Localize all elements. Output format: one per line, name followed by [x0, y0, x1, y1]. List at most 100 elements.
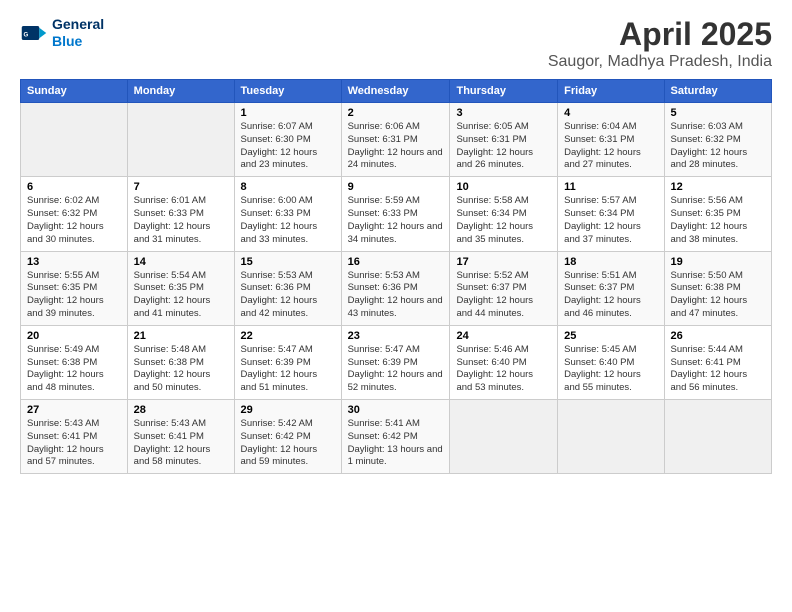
- day-number: 3: [456, 107, 551, 119]
- day-number: 10: [456, 181, 551, 193]
- calendar-cell: 10 Sunrise: 5:58 AM Sunset: 6:34 PM Dayli…: [450, 177, 558, 251]
- day-number: 26: [671, 330, 765, 342]
- calendar-cell: 27 Sunrise: 5:43 AM Sunset: 6:41 PM Dayli…: [21, 400, 128, 474]
- day-number: 29: [241, 404, 335, 416]
- calendar-cell: 13 Sunrise: 5:55 AM Sunset: 6:35 PM Dayli…: [21, 251, 128, 325]
- day-number: 30: [348, 404, 444, 416]
- calendar-cell: 7Sunrise: 6:01 AM Sunset: 6:33 PM Daylig…: [127, 177, 234, 251]
- day-number: 21: [134, 330, 228, 342]
- calendar-week-0: 1 Sunrise: 6:07 AM Sunset: 6:30 PM Daylig…: [21, 103, 772, 177]
- logo-icon: G: [20, 19, 48, 47]
- calendar-cell: [127, 103, 234, 177]
- calendar-cell: 24 Sunrise: 5:46 AM Sunset: 6:40 PM Dayli…: [450, 325, 558, 399]
- calendar-table: SundayMondayTuesdayWednesdayThursdayFrid…: [20, 79, 772, 474]
- day-info: Sunrise: 6:01 AM Sunset: 6:33 PM Dayligh…: [134, 195, 228, 246]
- day-info: Sunrise: 5:44 AM Sunset: 6:41 PM Dayligh…: [671, 344, 765, 395]
- logo-line1: General: [52, 16, 104, 33]
- day-info: Sunrise: 5:46 AM Sunset: 6:40 PM Dayligh…: [456, 344, 551, 395]
- calendar-page: G General Blue April 2025 Saugor, Madhya…: [0, 0, 792, 612]
- day-number: 5: [671, 107, 765, 119]
- day-info: Sunrise: 5:59 AM Sunset: 6:33 PM Dayligh…: [348, 195, 444, 246]
- day-number: 4: [564, 107, 657, 119]
- day-info: Sunrise: 5:41 AM Sunset: 6:42 PM Dayligh…: [348, 418, 444, 469]
- calendar-cell: 12Sunrise: 5:56 AM Sunset: 6:35 PM Dayli…: [664, 177, 771, 251]
- calendar-cell: 9 Sunrise: 5:59 AM Sunset: 6:33 PM Daylig…: [341, 177, 450, 251]
- calendar-cell: 5 Sunrise: 6:03 AM Sunset: 6:32 PM Daylig…: [664, 103, 771, 177]
- calendar-cell: 23Sunrise: 5:47 AM Sunset: 6:39 PM Dayli…: [341, 325, 450, 399]
- day-info: Sunrise: 5:58 AM Sunset: 6:34 PM Dayligh…: [456, 195, 551, 246]
- day-number: 1: [241, 107, 335, 119]
- day-number: 19: [671, 256, 765, 268]
- day-number: 2: [348, 107, 444, 119]
- day-number: 11: [564, 181, 657, 193]
- day-number: 25: [564, 330, 657, 342]
- day-number: 28: [134, 404, 228, 416]
- subtitle: Saugor, Madhya Pradesh, India: [548, 53, 772, 71]
- header: G General Blue April 2025 Saugor, Madhya…: [20, 16, 772, 71]
- calendar-cell: 1 Sunrise: 6:07 AM Sunset: 6:30 PM Daylig…: [234, 103, 341, 177]
- calendar-week-1: 6 Sunrise: 6:02 AM Sunset: 6:32 PM Daylig…: [21, 177, 772, 251]
- weekday-header-sunday: Sunday: [21, 80, 128, 103]
- day-info: Sunrise: 5:43 AM Sunset: 6:41 PM Dayligh…: [134, 418, 228, 469]
- day-info: Sunrise: 5:54 AM Sunset: 6:35 PM Dayligh…: [134, 270, 228, 321]
- day-info: Sunrise: 6:06 AM Sunset: 6:31 PM Dayligh…: [348, 121, 444, 172]
- calendar-cell: 3Sunrise: 6:05 AM Sunset: 6:31 PM Daylig…: [450, 103, 558, 177]
- day-info: Sunrise: 6:03 AM Sunset: 6:32 PM Dayligh…: [671, 121, 765, 172]
- title-block: April 2025 Saugor, Madhya Pradesh, India: [548, 16, 772, 71]
- calendar-cell: 21 Sunrise: 5:48 AM Sunset: 6:38 PM Dayli…: [127, 325, 234, 399]
- weekday-header-wednesday: Wednesday: [341, 80, 450, 103]
- day-info: Sunrise: 5:42 AM Sunset: 6:42 PM Dayligh…: [241, 418, 335, 469]
- calendar-cell: 28 Sunrise: 5:43 AM Sunset: 6:41 PM Dayli…: [127, 400, 234, 474]
- calendar-cell: 18 Sunrise: 5:51 AM Sunset: 6:37 PM Dayli…: [558, 251, 664, 325]
- calendar-week-3: 20 Sunrise: 5:49 AM Sunset: 6:38 PM Dayli…: [21, 325, 772, 399]
- weekday-header-thursday: Thursday: [450, 80, 558, 103]
- day-number: 13: [27, 256, 121, 268]
- calendar-cell: 29 Sunrise: 5:42 AM Sunset: 6:42 PM Dayli…: [234, 400, 341, 474]
- day-number: 20: [27, 330, 121, 342]
- day-number: 6: [27, 181, 121, 193]
- calendar-cell: 11 Sunrise: 5:57 AM Sunset: 6:34 PM Dayli…: [558, 177, 664, 251]
- day-number: 9: [348, 181, 444, 193]
- calendar-cell: 19Sunrise: 5:50 AM Sunset: 6:38 PM Dayli…: [664, 251, 771, 325]
- day-info: Sunrise: 6:00 AM Sunset: 6:33 PM Dayligh…: [241, 195, 335, 246]
- day-info: Sunrise: 5:57 AM Sunset: 6:34 PM Dayligh…: [564, 195, 657, 246]
- calendar-cell: 6 Sunrise: 6:02 AM Sunset: 6:32 PM Daylig…: [21, 177, 128, 251]
- day-info: Sunrise: 5:51 AM Sunset: 6:37 PM Dayligh…: [564, 270, 657, 321]
- day-info: Sunrise: 6:02 AM Sunset: 6:32 PM Dayligh…: [27, 195, 121, 246]
- calendar-cell: 26 Sunrise: 5:44 AM Sunset: 6:41 PM Dayli…: [664, 325, 771, 399]
- calendar-cell: [21, 103, 128, 177]
- weekday-header-row: SundayMondayTuesdayWednesdayThursdayFrid…: [21, 80, 772, 103]
- weekday-header-tuesday: Tuesday: [234, 80, 341, 103]
- calendar-week-4: 27 Sunrise: 5:43 AM Sunset: 6:41 PM Dayli…: [21, 400, 772, 474]
- day-info: Sunrise: 6:04 AM Sunset: 6:31 PM Dayligh…: [564, 121, 657, 172]
- day-info: Sunrise: 5:43 AM Sunset: 6:41 PM Dayligh…: [27, 418, 121, 469]
- calendar-cell: 25 Sunrise: 5:45 AM Sunset: 6:40 PM Dayli…: [558, 325, 664, 399]
- day-info: Sunrise: 5:48 AM Sunset: 6:38 PM Dayligh…: [134, 344, 228, 395]
- day-info: Sunrise: 5:55 AM Sunset: 6:35 PM Dayligh…: [27, 270, 121, 321]
- weekday-header-saturday: Saturday: [664, 80, 771, 103]
- day-number: 24: [456, 330, 551, 342]
- day-info: Sunrise: 5:56 AM Sunset: 6:35 PM Dayligh…: [671, 195, 765, 246]
- weekday-header-friday: Friday: [558, 80, 664, 103]
- calendar-cell: 14Sunrise: 5:54 AM Sunset: 6:35 PM Dayli…: [127, 251, 234, 325]
- day-number: 18: [564, 256, 657, 268]
- day-number: 15: [241, 256, 335, 268]
- day-number: 27: [27, 404, 121, 416]
- day-info: Sunrise: 5:52 AM Sunset: 6:37 PM Dayligh…: [456, 270, 551, 321]
- calendar-week-2: 13 Sunrise: 5:55 AM Sunset: 6:35 PM Dayli…: [21, 251, 772, 325]
- day-number: 8: [241, 181, 335, 193]
- day-info: Sunrise: 5:53 AM Sunset: 6:36 PM Dayligh…: [348, 270, 444, 321]
- day-info: Sunrise: 5:45 AM Sunset: 6:40 PM Dayligh…: [564, 344, 657, 395]
- calendar-cell: 4 Sunrise: 6:04 AM Sunset: 6:31 PM Daylig…: [558, 103, 664, 177]
- day-info: Sunrise: 6:07 AM Sunset: 6:30 PM Dayligh…: [241, 121, 335, 172]
- day-info: Sunrise: 5:47 AM Sunset: 6:39 PM Dayligh…: [241, 344, 335, 395]
- day-info: Sunrise: 5:49 AM Sunset: 6:38 PM Dayligh…: [27, 344, 121, 395]
- main-title: April 2025: [548, 16, 772, 53]
- calendar-cell: [664, 400, 771, 474]
- calendar-cell: 20 Sunrise: 5:49 AM Sunset: 6:38 PM Dayli…: [21, 325, 128, 399]
- calendar-cell: 16Sunrise: 5:53 AM Sunset: 6:36 PM Dayli…: [341, 251, 450, 325]
- day-info: Sunrise: 5:53 AM Sunset: 6:36 PM Dayligh…: [241, 270, 335, 321]
- logo-line2: Blue: [52, 33, 82, 49]
- logo: G General Blue: [20, 16, 104, 50]
- calendar-cell: 22Sunrise: 5:47 AM Sunset: 6:39 PM Dayli…: [234, 325, 341, 399]
